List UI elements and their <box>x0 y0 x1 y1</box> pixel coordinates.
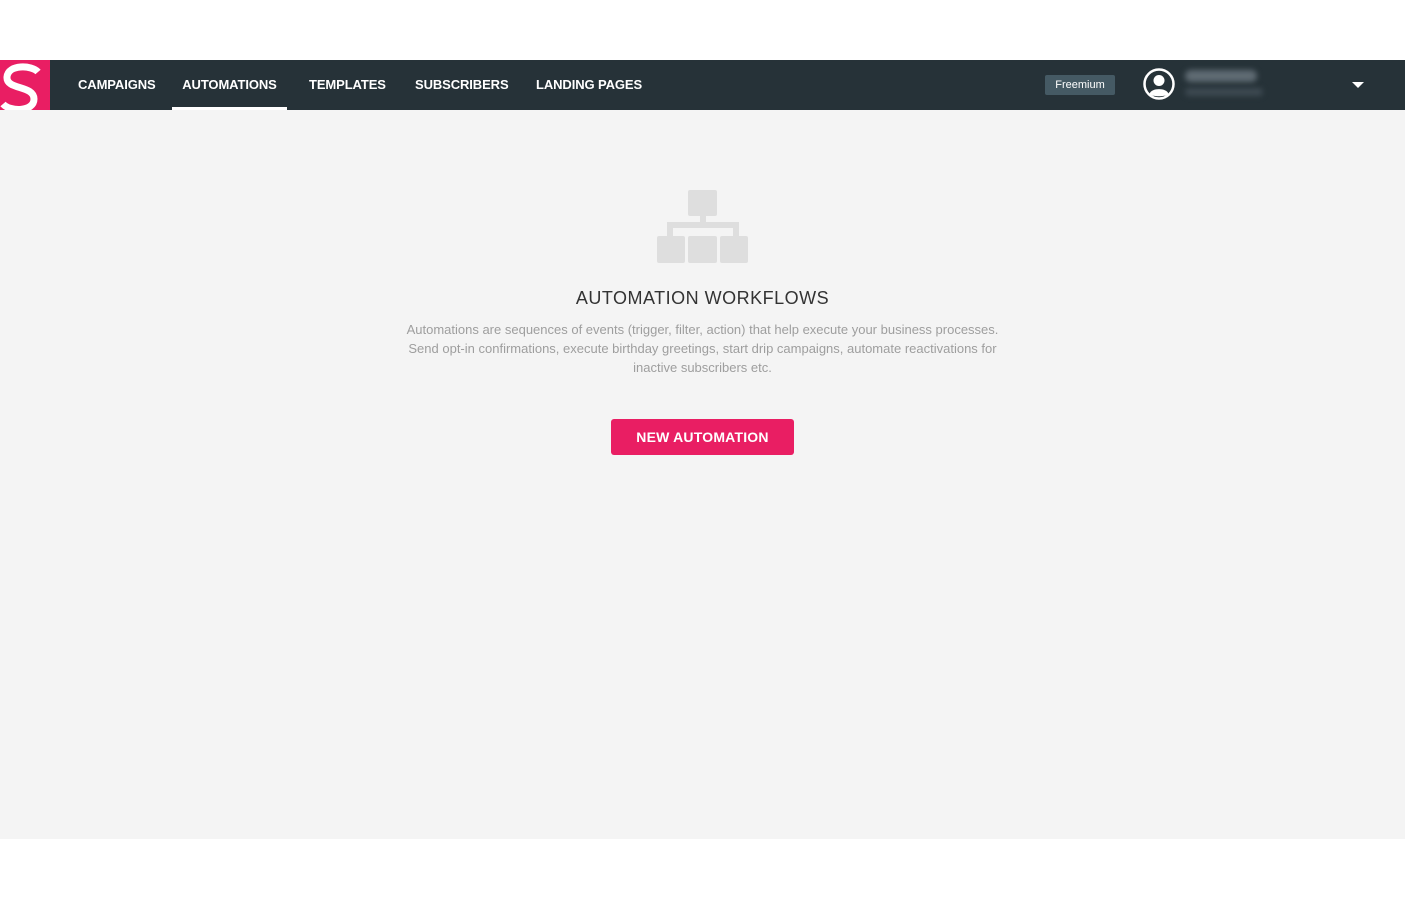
logo-s-icon <box>0 63 41 110</box>
sitemap-icon <box>655 190 751 269</box>
main-content: AUTOMATION WORKFLOWS Automations are seq… <box>0 110 1405 839</box>
user-email-redacted <box>1185 88 1263 96</box>
new-automation-button[interactable]: NEW AUTOMATION <box>611 419 794 455</box>
empty-state-title: AUTOMATION WORKFLOWS <box>575 288 830 308</box>
nav-automations[interactable]: AUTOMATIONS <box>172 60 287 110</box>
app-logo[interactable] <box>0 60 50 110</box>
user-name-redacted[interactable] <box>1185 70 1257 82</box>
caret-down-icon[interactable] <box>1352 82 1364 88</box>
bottom-margin <box>0 839 1405 899</box>
nav-campaigns[interactable]: CAMPAIGNS <box>78 60 156 110</box>
nav-subscribers[interactable]: SUBSCRIBERS <box>415 60 509 110</box>
user-circle-icon[interactable] <box>1143 68 1175 100</box>
nav-landing-pages[interactable]: LANDING PAGES <box>536 60 642 110</box>
empty-state-description: Automations are sequences of events (tri… <box>406 322 999 375</box>
plan-badge: Freemium <box>1045 75 1115 95</box>
top-navbar: CAMPAIGNS AUTOMATIONS TEMPLATES SUBSCRIB… <box>0 60 1405 110</box>
top-margin <box>0 0 1405 60</box>
nav-templates[interactable]: TEMPLATES <box>309 60 386 110</box>
